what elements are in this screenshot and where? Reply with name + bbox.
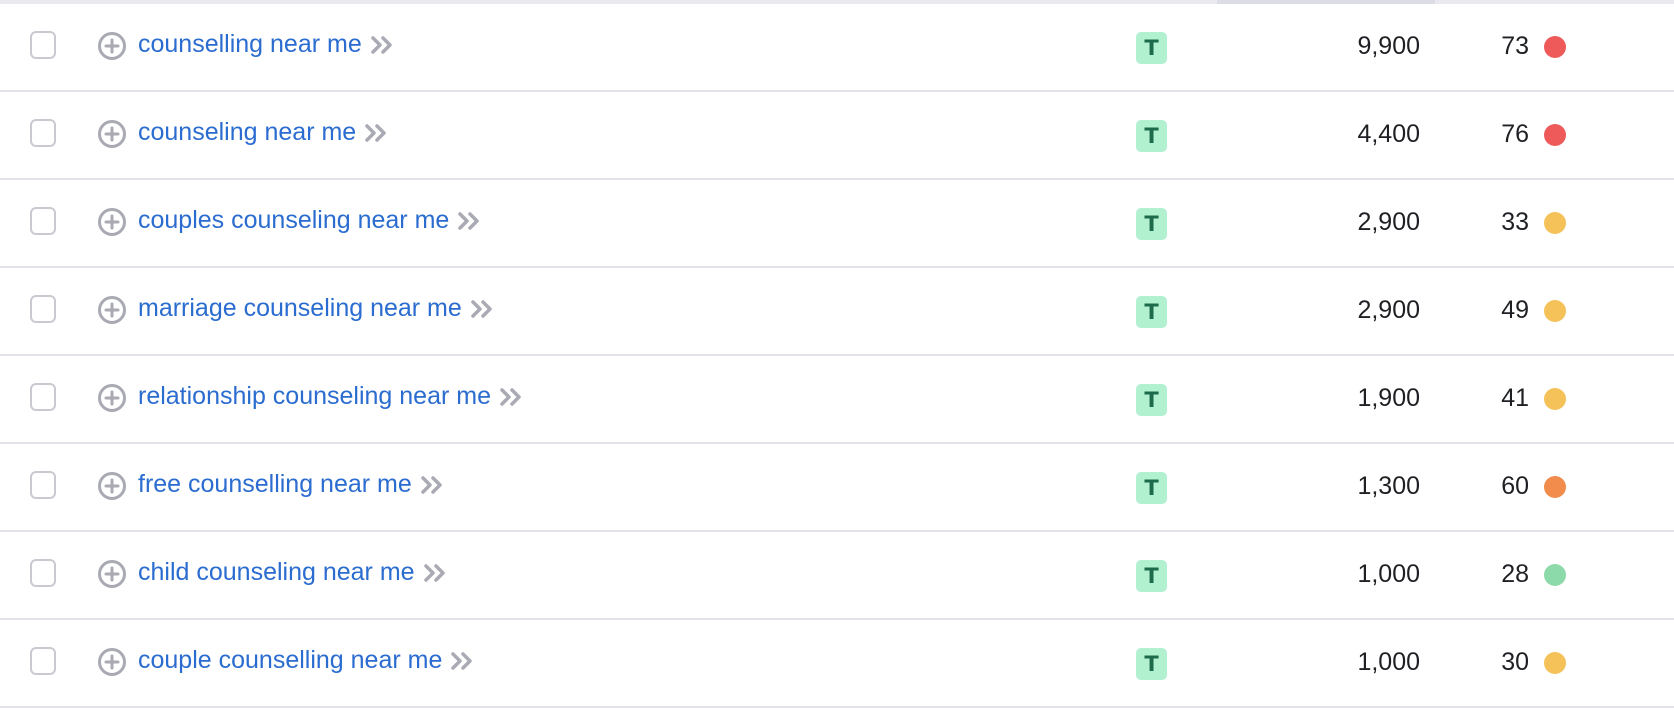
row-checkbox[interactable] (30, 207, 56, 235)
double-chevron-right-icon[interactable] (470, 298, 496, 320)
keyword-difficulty: 41 (1501, 384, 1529, 412)
table-row: child counseling near me T 1,000 28 (0, 532, 1674, 620)
intent-badge: T (1136, 296, 1167, 328)
intent-badge: T (1136, 648, 1167, 680)
table-row: marriage counseling near me T 2,900 49 (0, 268, 1674, 356)
keyword-link[interactable]: couple counselling near me (138, 646, 442, 675)
table-row: free counselling near me T 1,300 60 (0, 444, 1674, 532)
search-volume: 1,900 (1357, 384, 1420, 412)
circle-plus-icon[interactable] (97, 295, 127, 325)
keyword-link[interactable]: relationship counseling near me (138, 382, 491, 411)
table-row: counseling near me T 4,400 76 (0, 92, 1674, 180)
row-checkbox[interactable] (30, 31, 56, 59)
intent-badge: T (1136, 384, 1167, 416)
double-chevron-right-icon[interactable] (450, 650, 476, 672)
table-row: couple counselling near me T 1,000 30 (0, 620, 1674, 708)
double-chevron-right-icon[interactable] (370, 34, 396, 56)
search-volume: 1,000 (1357, 648, 1420, 676)
keyword-link[interactable]: counselling near me (138, 30, 362, 59)
search-volume: 2,900 (1357, 208, 1420, 236)
keyword-difficulty: 49 (1501, 296, 1529, 324)
double-chevron-right-icon[interactable] (499, 386, 525, 408)
kd-indicator-dot (1544, 124, 1566, 146)
row-checkbox[interactable] (30, 383, 56, 411)
row-checkbox[interactable] (30, 119, 56, 147)
search-volume: 2,900 (1357, 296, 1420, 324)
intent-badge: T (1136, 472, 1167, 504)
double-chevron-right-icon[interactable] (420, 474, 446, 496)
kd-indicator-dot (1544, 388, 1566, 410)
keyword-difficulty: 33 (1501, 208, 1529, 236)
keyword-link[interactable]: free counselling near me (138, 470, 412, 499)
keyword-difficulty: 73 (1501, 32, 1529, 60)
search-volume: 1,000 (1357, 560, 1420, 588)
keyword-link[interactable]: marriage counseling near me (138, 294, 462, 323)
kd-indicator-dot (1544, 652, 1566, 674)
table-row: relationship counseling near me T 1,900 … (0, 356, 1674, 444)
circle-plus-icon[interactable] (97, 31, 127, 61)
circle-plus-icon[interactable] (97, 207, 127, 237)
keyword-table: counselling near me T 9,900 73 counselin… (0, 4, 1674, 708)
circle-plus-icon[interactable] (97, 559, 127, 589)
keyword-link[interactable]: child counseling near me (138, 558, 415, 587)
kd-indicator-dot (1544, 36, 1566, 58)
table-row: couples counseling near me T 2,900 33 (0, 180, 1674, 268)
kd-indicator-dot (1544, 212, 1566, 234)
intent-badge: T (1136, 120, 1167, 152)
keyword-link[interactable]: couples counseling near me (138, 206, 449, 235)
intent-badge: T (1136, 208, 1167, 240)
row-checkbox[interactable] (30, 295, 56, 323)
kd-indicator-dot (1544, 300, 1566, 322)
double-chevron-right-icon[interactable] (364, 122, 390, 144)
double-chevron-right-icon[interactable] (457, 210, 483, 232)
keyword-link[interactable]: counseling near me (138, 118, 356, 147)
kd-indicator-dot (1544, 476, 1566, 498)
table-row: counselling near me T 9,900 73 (0, 4, 1674, 92)
row-checkbox[interactable] (30, 471, 56, 499)
double-chevron-right-icon[interactable] (423, 562, 449, 584)
search-volume: 1,300 (1357, 472, 1420, 500)
keyword-difficulty: 76 (1501, 120, 1529, 148)
circle-plus-icon[interactable] (97, 383, 127, 413)
circle-plus-icon[interactable] (97, 647, 127, 677)
kd-indicator-dot (1544, 564, 1566, 586)
intent-badge: T (1136, 32, 1167, 64)
search-volume: 9,900 (1357, 32, 1420, 60)
keyword-difficulty: 30 (1501, 648, 1529, 676)
circle-plus-icon[interactable] (97, 471, 127, 501)
circle-plus-icon[interactable] (97, 119, 127, 149)
keyword-difficulty: 28 (1501, 560, 1529, 588)
keyword-difficulty: 60 (1501, 472, 1529, 500)
search-volume: 4,400 (1357, 120, 1420, 148)
row-checkbox[interactable] (30, 559, 56, 587)
row-checkbox[interactable] (30, 647, 56, 675)
intent-badge: T (1136, 560, 1167, 592)
